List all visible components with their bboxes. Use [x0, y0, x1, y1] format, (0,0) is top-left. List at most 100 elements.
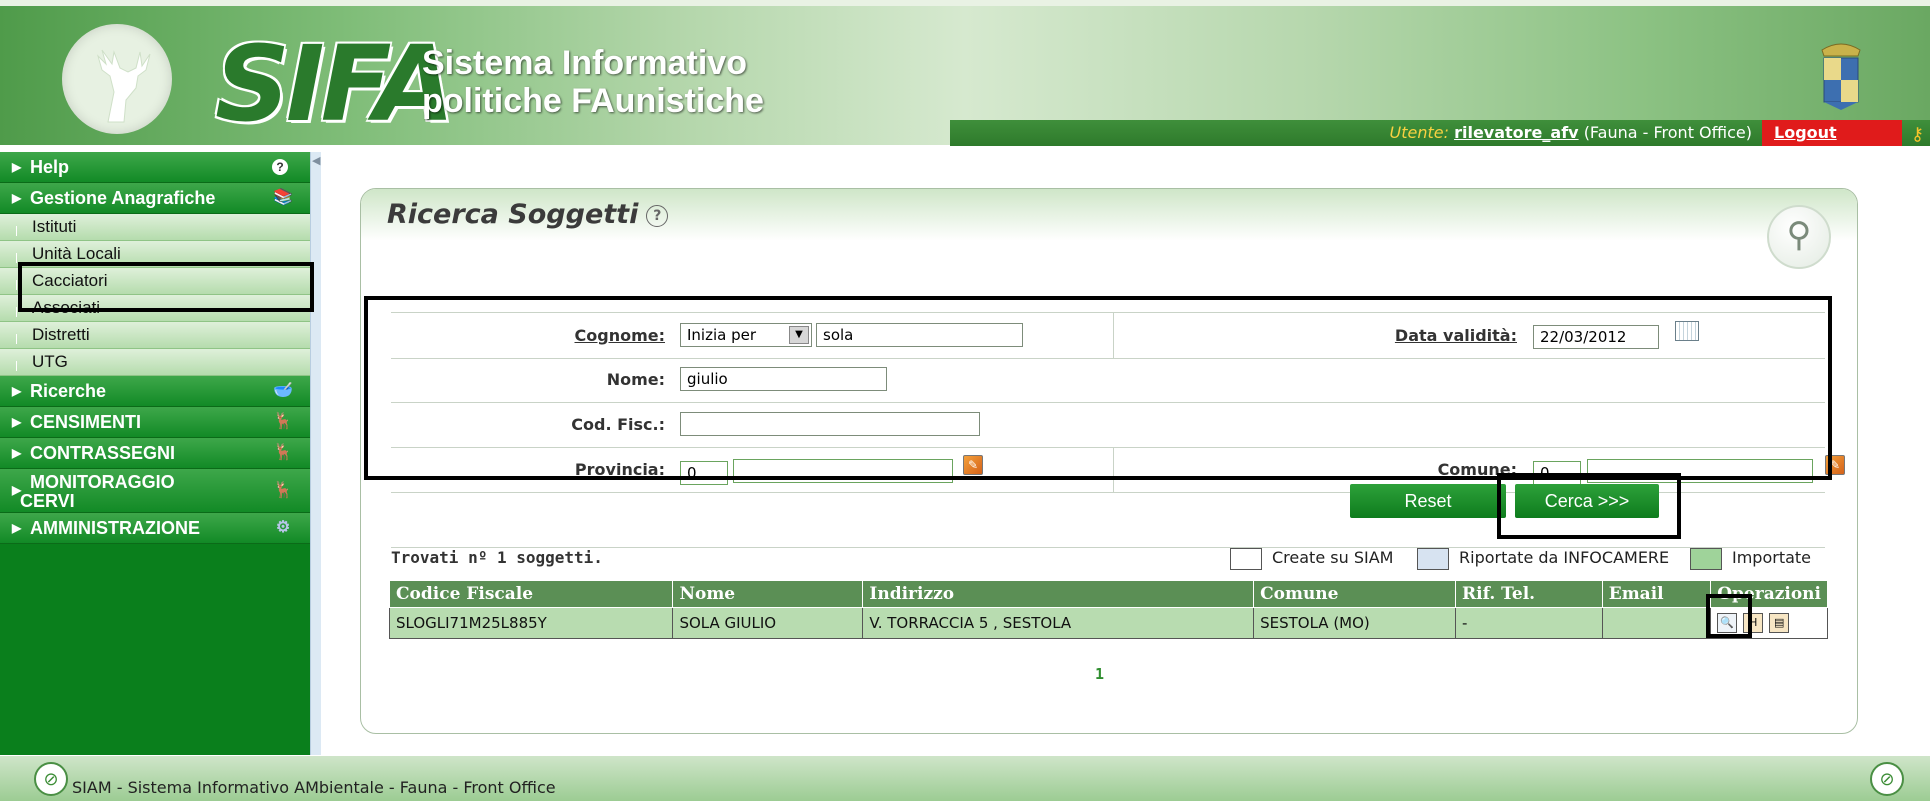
- legend-importate: Importate: [1690, 546, 1811, 570]
- ricerche-icon: 🥣: [273, 382, 293, 399]
- panel-title-text: Ricerca Soggetti: [387, 199, 639, 230]
- menu-monitoraggio-label1: MONITORAGGIO: [30, 472, 175, 492]
- cell-rif-tel: -: [1455, 607, 1603, 639]
- menu-gestione-anagrafiche[interactable]: ▶ Gestione Anagrafiche 📚: [0, 183, 310, 214]
- cell-nome: SOLA GIULIO: [672, 607, 864, 639]
- sidebar-item-distretti[interactable]: Distretti: [0, 322, 310, 349]
- app-title: Sistema Informativo politiche FAunistich…: [422, 44, 764, 120]
- header-topline: [0, 0, 1930, 6]
- bullet: [16, 361, 23, 371]
- column-header[interactable]: Indirizzo: [862, 580, 1255, 608]
- menu-monitoraggio-label2: CERVI: [20, 491, 75, 511]
- panel-title: Ricerca Soggetti?: [387, 199, 669, 230]
- app-title-line1: Sistema Informativo: [422, 44, 747, 82]
- menu-ricerche-label: Ricerche: [30, 381, 107, 401]
- logo-circle: [62, 24, 172, 134]
- legend-swatch-importate: [1690, 547, 1722, 570]
- bullet: [16, 226, 23, 236]
- legend-create: Create su SIAM: [1230, 546, 1393, 570]
- menu-ricerche[interactable]: ▶ Ricerche 🥣: [0, 376, 310, 407]
- menu-monitoraggio-cervi[interactable]: ▶ MONITORAGGIO CERVI 🦌: [0, 469, 310, 513]
- cell-comune: SESTOLA (MO): [1253, 607, 1457, 639]
- bullet: [16, 334, 23, 344]
- magnifier-icon: ⚲: [1767, 205, 1831, 269]
- arrow-icon: ▶: [12, 483, 22, 497]
- logo-text: SIFA: [215, 23, 455, 145]
- logout-label: Logout: [1774, 123, 1837, 142]
- sidebar-item-label: Distretti: [32, 325, 90, 344]
- legend-swatch-riportate: [1417, 547, 1449, 570]
- column-header[interactable]: Nome: [672, 580, 864, 608]
- highlight-cacciatori: [18, 262, 314, 312]
- user-info: Utente: rilevatore_afv (Fauna - Front Of…: [1390, 123, 1753, 142]
- results-count: Trovati nº 1 soggetti.: [391, 548, 603, 567]
- siam-icon: ⊘: [34, 762, 68, 796]
- footer-text: SIAM - Sistema Informativo AMbientale - …: [72, 778, 556, 797]
- app-title-line2: politiche FAunistiche: [422, 82, 764, 120]
- sifa-logo: SIFA: [60, 18, 455, 138]
- arrow-icon: ▶: [12, 160, 22, 174]
- cell-codice-fiscale: SLOGLI71M25L885Y: [388, 607, 674, 639]
- sidebar-item-label: Istituti: [32, 217, 77, 236]
- cell-email: [1601, 607, 1712, 639]
- user-role: (Fauna - Front Office): [1583, 123, 1752, 142]
- column-header[interactable]: Codice Fiscale: [388, 580, 674, 608]
- help-icon[interactable]: ?: [646, 204, 669, 227]
- sidebar-item-istituti[interactable]: Istituti: [0, 214, 310, 241]
- arrow-icon: ▶: [12, 415, 22, 429]
- legend-riportate-label: Riportate da INFOCAMERE: [1459, 548, 1670, 567]
- sidebar-item-label: Unità Locali: [32, 244, 121, 263]
- menu-gestione-label: Gestione Anagrafiche: [30, 188, 216, 208]
- user-bar: Utente: rilevatore_afv (Fauna - Front Of…: [950, 120, 1930, 146]
- print-icon[interactable]: ▤: [1769, 613, 1790, 633]
- sidebar-collapse-handle[interactable]: ◀: [310, 152, 321, 755]
- user-name-link[interactable]: rilevatore_afv: [1454, 123, 1579, 142]
- app-header: SIFA Sistema Informativo politiche FAuni…: [0, 0, 1930, 146]
- menu-help[interactable]: ▶ Help ?: [0, 152, 310, 183]
- arrow-icon: ▶: [12, 384, 22, 398]
- menu-censimenti[interactable]: ▶ CENSIMENTI 🦌: [0, 407, 310, 438]
- column-header[interactable]: Email: [1601, 580, 1712, 608]
- table-row[interactable]: SLOGLI71M25L885Y SOLA GIULIO V. TORRACCI…: [388, 607, 1828, 639]
- contrassegni-icon: 🦌: [273, 444, 293, 461]
- table-header-row: Codice Fiscale Nome Indirizzo Comune Rif…: [388, 580, 1828, 608]
- menu-amministrazione-label: AMMINISTRAZIONE: [30, 518, 200, 538]
- key-icon: ⚷: [1910, 124, 1924, 145]
- column-header[interactable]: Comune: [1253, 580, 1457, 608]
- footer: ⊘ SIAM - Sistema Informativo AMbientale …: [0, 756, 1930, 801]
- menu-contrassegni[interactable]: ▶ CONTRASSEGNI 🦌: [0, 438, 310, 469]
- sidebar-item-utg[interactable]: UTG: [0, 349, 310, 376]
- menu-help-label: Help: [30, 157, 70, 177]
- cell-indirizzo: V. TORRACCIA 5 , SESTOLA: [862, 607, 1255, 639]
- region-crest-icon: [1821, 43, 1861, 110]
- deer-icon: [96, 49, 151, 123]
- highlight-form: [364, 296, 1832, 480]
- arrow-icon: ▶: [12, 191, 22, 205]
- user-label: Utente:: [1389, 123, 1449, 142]
- highlight-view: [1706, 594, 1752, 638]
- menu-amministrazione[interactable]: ▶ AMMINISTRAZIONE ⚙: [0, 513, 310, 544]
- page-link[interactable]: 1: [1095, 665, 1104, 683]
- menu-censimenti-label: CENSIMENTI: [30, 412, 142, 432]
- help-icon: ?: [272, 159, 288, 175]
- sidebar: ▶ Help ? ▶ Gestione Anagrafiche 📚 Istitu…: [0, 152, 310, 755]
- legend-swatch-create: [1230, 547, 1262, 570]
- collapse-icon: ◀: [312, 154, 321, 167]
- siam-icon: ⊘: [1870, 762, 1904, 796]
- gear-icon: ⚙: [275, 519, 291, 536]
- menu-contrassegni-label: CONTRASSEGNI: [30, 443, 176, 463]
- monitoraggio-icon: 🦌: [273, 482, 293, 499]
- logout-button[interactable]: Logout ⚷: [1762, 120, 1924, 146]
- legend-riportate: Riportate da INFOCAMERE: [1417, 546, 1669, 570]
- sidebar-item-label: UTG: [32, 352, 68, 371]
- arrow-icon: ▶: [12, 521, 22, 535]
- censimenti-icon: 🦌: [273, 413, 293, 430]
- highlight-cerca: [1497, 473, 1681, 539]
- books-icon: 📚: [273, 189, 293, 206]
- reset-button[interactable]: Reset: [1350, 484, 1506, 518]
- arrow-icon: ▶: [12, 446, 22, 460]
- results-table: Codice Fiscale Nome Indirizzo Comune Rif…: [388, 580, 1828, 639]
- legend-create-label: Create su SIAM: [1272, 548, 1394, 567]
- column-header[interactable]: Rif. Tel.: [1455, 580, 1603, 608]
- legend-importate-label: Importate: [1732, 548, 1812, 567]
